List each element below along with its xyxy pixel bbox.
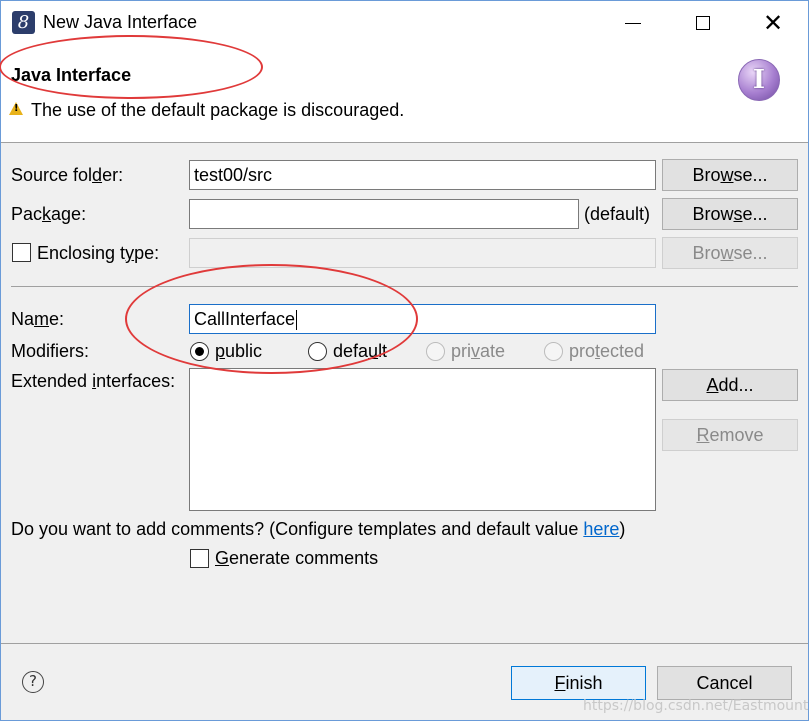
comments-question: Do you want to add comments? (Configure …	[11, 519, 626, 539]
generate-comments-label[interactable]: Generate comments	[215, 548, 378, 569]
source-folder-input[interactable]: test00/src	[189, 160, 656, 190]
modifier-public-label[interactable]: public	[215, 341, 262, 362]
watermark: https://blog.csdn.net/Eastmount	[583, 698, 809, 714]
source-folder-label: Source folder:	[11, 165, 124, 185]
modifier-public-radio[interactable]	[190, 342, 209, 361]
window-title: New Java Interface	[43, 12, 198, 32]
close-icon: ✕	[762, 9, 784, 37]
cancel-button[interactable]: Cancel	[657, 666, 792, 700]
help-icon[interactable]: ?	[22, 671, 44, 693]
add-interface-button[interactable]: Add...	[662, 369, 798, 401]
browse-source-folder-button[interactable]: Browse...	[662, 159, 798, 191]
remove-interface-button: Remove	[662, 419, 798, 451]
footer-separator	[1, 643, 808, 644]
generate-comments-checkbox[interactable]	[190, 549, 209, 568]
extended-interfaces-label: Extended interfaces:	[11, 371, 176, 391]
modifier-default-label[interactable]: default	[333, 341, 387, 362]
separator	[11, 286, 798, 287]
minimize-button[interactable]	[605, 1, 661, 45]
name-label: Name:	[11, 309, 65, 329]
package-label: Package:	[11, 204, 87, 224]
finish-button[interactable]: Finish	[511, 666, 646, 700]
close-button[interactable]: ✕	[745, 1, 801, 45]
modifier-private-label: private	[451, 341, 506, 361]
enclosing-type-label: Enclosing type:	[37, 243, 160, 263]
package-input[interactable]	[189, 199, 579, 229]
configure-templates-link[interactable]: here	[583, 519, 619, 539]
interface-wizard-logo-icon: I	[738, 59, 780, 101]
text-caret	[296, 310, 298, 331]
package-default-label: (default)	[584, 204, 651, 224]
name-input[interactable]: CallInterface	[189, 304, 656, 334]
modifiers-label: Modifiers:	[11, 341, 90, 361]
modifier-protected-label: protected	[569, 341, 645, 361]
browse-package-button[interactable]: Browse...	[662, 198, 798, 230]
banner-title: Java Interface	[11, 65, 132, 85]
browse-enclosing-type-button: Browse...	[662, 237, 798, 269]
enclosing-type-input	[189, 238, 656, 268]
modifier-protected-radio	[544, 342, 563, 361]
wizard-banner: Java Interface The use of the default pa…	[1, 45, 808, 143]
modifier-default-radio[interactable]	[308, 342, 327, 361]
banner-message: The use of the default package is discou…	[31, 100, 405, 120]
extended-interfaces-list[interactable]	[189, 368, 656, 511]
new-java-interface-dialog: 8 New Java Interface ✕ Java Interface Th…	[0, 0, 809, 721]
title-bar: 8 New Java Interface ✕	[1, 1, 808, 45]
modifier-private-radio	[426, 342, 445, 361]
eclipse-icon: 8	[12, 11, 35, 34]
enclosing-type-checkbox[interactable]	[12, 243, 31, 262]
maximize-button[interactable]	[675, 1, 731, 45]
maximize-icon	[696, 16, 710, 30]
warning-icon	[9, 102, 23, 115]
minimize-icon	[625, 22, 641, 24]
